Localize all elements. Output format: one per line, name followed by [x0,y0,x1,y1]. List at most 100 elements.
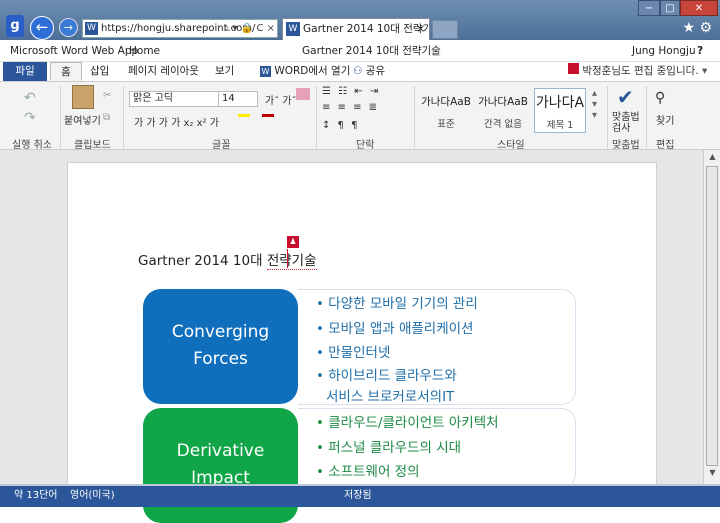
style-label: 표준 [437,119,455,130]
editing-status-text: 박정훈님도 편집 중입니다. [582,65,699,77]
scroll-up-icon[interactable]: ▲ [704,152,720,166]
person-icon: ♟ [287,236,299,248]
tab-layout[interactable]: 페이지 레이아웃 [120,62,207,81]
editing-status[interactable]: 박정훈님도 편집 중입니다. [560,62,707,81]
tab-home[interactable]: 홈 [50,62,82,81]
undo-icon[interactable]: ↶ [24,90,36,106]
word-icon: W [260,66,271,77]
style-heading-1[interactable]: 가나다A 제목 1 [534,88,586,133]
share-icon: ⚇ [353,65,363,77]
alignment-buttons[interactable]: ≡ ≡ ≡ ≣ [322,102,379,113]
app-name-link[interactable]: Microsoft Word Web App [10,40,138,62]
scroll-down-icon[interactable]: ▼ [704,468,720,482]
home-link[interactable]: Home [129,40,160,62]
find-button[interactable]: 찾기 [656,112,674,127]
spellcheck-icon[interactable]: ✔ [617,85,634,109]
new-tab-button[interactable] [432,20,458,39]
user-name[interactable]: Jung Hongju [632,40,696,62]
ribbon-tabs: 파일 홈 삽입 페이지 레이아웃 보기 W WORD에서 열기 ⚇ 공유 박정훈… [0,62,720,81]
item-list-derivative: • 클라우드/클라이언트 아키텍처 • 퍼스널 클라우드의 시대 • 소프트웨어… [298,408,576,488]
coauthor-icon [568,63,579,74]
language-status[interactable]: 영어(미국) [70,486,115,505]
category-box-converging: Converging Forces [143,289,298,404]
list-item: 서비스 브로커로서의IT [326,388,455,405]
close-window-button[interactable]: ✕ [680,0,718,16]
tab-close-icon[interactable]: × [416,19,425,39]
list-item: • 퍼스널 클라우드의 시대 [316,439,462,456]
list-item: • 하이브리드 클라우드와 [316,367,457,384]
cut-icon[interactable]: ✂ [103,90,111,101]
document-page[interactable]: Gartner 2014 10대 전략기술 ♟ Converging Force… [67,162,657,523]
paragraph-group-label: 단락 [356,140,375,151]
clear-formatting-icon[interactable] [296,88,310,100]
font-format-buttons[interactable]: 가 가 가 가 x₂ x² 가 [134,114,219,129]
font-size-select[interactable]: 14 [218,91,258,107]
highlight-icon[interactable] [238,114,250,117]
box-heading-line: Converging [171,322,270,342]
document-title: Gartner 2014 10대 전략기술 [302,45,441,57]
style-no-spacing[interactable]: 가나다AaB 간격 없음 [477,88,529,133]
undo-group-label: 실행 취소 [12,140,52,151]
styles-scroll-icon[interactable]: ▴ ▾ ▾ [592,88,597,121]
spacing-buttons[interactable]: ↕ ¶ ¶ [322,120,359,131]
open-in-word-label: WORD에서 열기 [274,65,351,77]
share-button[interactable]: ⚇ 공유 [345,62,393,81]
font-group-label: 글꼴 [212,140,231,151]
help-icon[interactable]: ? [697,40,703,62]
document-heading[interactable]: Gartner 2014 10대 전략기술 [138,249,317,270]
list-buttons[interactable]: ☰ ☷ ⇤ ⇥ [322,86,380,97]
browser-tab[interactable]: W Gartner 2014 10대 전략기... × [282,18,430,40]
list-item: • 모바일 앱과 애플리케이션 [316,320,474,337]
find-icon[interactable]: ⚲ [655,90,665,106]
tab-insert[interactable]: 삽입 [82,62,117,81]
list-item: • 만물인터넷 [316,345,391,361]
style-label: 간격 없음 [484,119,522,130]
collapse-ribbon-icon[interactable]: ▾ [694,62,715,81]
item-list-converging: • 다양한 모바일 기기의 관리 • 모바일 앱과 애플리케이션 • 만물인터넷… [298,289,576,405]
list-item: • 소프트웨어 정의 [316,464,420,480]
browser-app-icon: g [6,15,24,37]
spellcheck-button[interactable]: 맞춤법 검사 [612,112,640,134]
paste-icon[interactable] [72,85,94,109]
clipboard-group-label: 클립보드 [74,140,111,151]
tab-view[interactable]: 보기 [207,62,242,81]
save-status: 저장됨 [344,490,372,501]
tab-file[interactable]: 파일 [3,62,47,81]
paste-button[interactable]: 붙여넣기 [64,112,101,127]
vertical-scrollbar[interactable]: ▲ ▼ [703,150,720,484]
spell-group-label: 맞춤법 [612,140,640,151]
address-bar-icons[interactable]: ⌕ ▾ 🔒 C × [224,20,275,37]
back-button[interactable]: ← [30,16,54,40]
font-color-icon[interactable] [262,114,274,117]
maximize-button[interactable]: □ [660,0,680,16]
scrollbar-thumb[interactable] [706,166,718,466]
style-label: 제목 1 [546,120,574,131]
style-sample: 가나다AaB [421,96,471,108]
minimize-button[interactable]: − [638,0,660,16]
style-normal[interactable]: 가나다AaB 표준 [420,88,472,133]
status-bar: 약 13단어 영어(미국) 저장됨 [0,484,720,507]
tab-title: Gartner 2014 10대 전략기... [303,23,430,35]
list-item: • 다양한 모바일 기기의 관리 [316,296,478,312]
word-favicon-icon: W [85,22,98,35]
edit-group-label: 편집 [656,140,675,151]
word-count[interactable]: 약 13단어 [14,486,58,505]
word-favicon-icon: W [286,22,300,36]
favorites-settings-icons[interactable]: ★ ⚙ [682,20,712,36]
copy-icon[interactable]: ⧉ [103,112,110,123]
list-item: • 클라우드/클라이언트 아키텍처 [316,415,499,431]
browser-titlebar: g ← → W https://hongju.sharepoint.com/ ⌕… [0,0,720,40]
forward-button[interactable]: → [59,18,78,37]
styles-group-label: 스타일 [497,140,525,151]
grow-shrink-font-icons[interactable]: 가ˆ 가ˇ [265,92,297,107]
open-in-word-button[interactable]: W WORD에서 열기 [252,62,358,81]
coauthor-cursor [287,249,288,268]
ribbon: ↶ ↷ 실행 취소 붙여넣기 ✂ ⧉ 클립보드 맑은 고딕 14 가ˆ 가ˇ 가… [0,81,720,151]
redo-icon[interactable]: ↷ [24,110,36,126]
document-canvas: Gartner 2014 10대 전략기술 ♟ Converging Force… [0,150,703,523]
heading-text: Gartner 2014 10대 [138,253,267,269]
word-app-bar: Microsoft Word Web App Home Gartner 2014… [0,40,720,62]
box-heading-line: Forces [193,349,248,369]
heading-text-underlined: 전략기술 [266,253,317,270]
address-bar[interactable]: W https://hongju.sharepoint.com/ ⌕ ▾ 🔒 C… [82,19,278,38]
